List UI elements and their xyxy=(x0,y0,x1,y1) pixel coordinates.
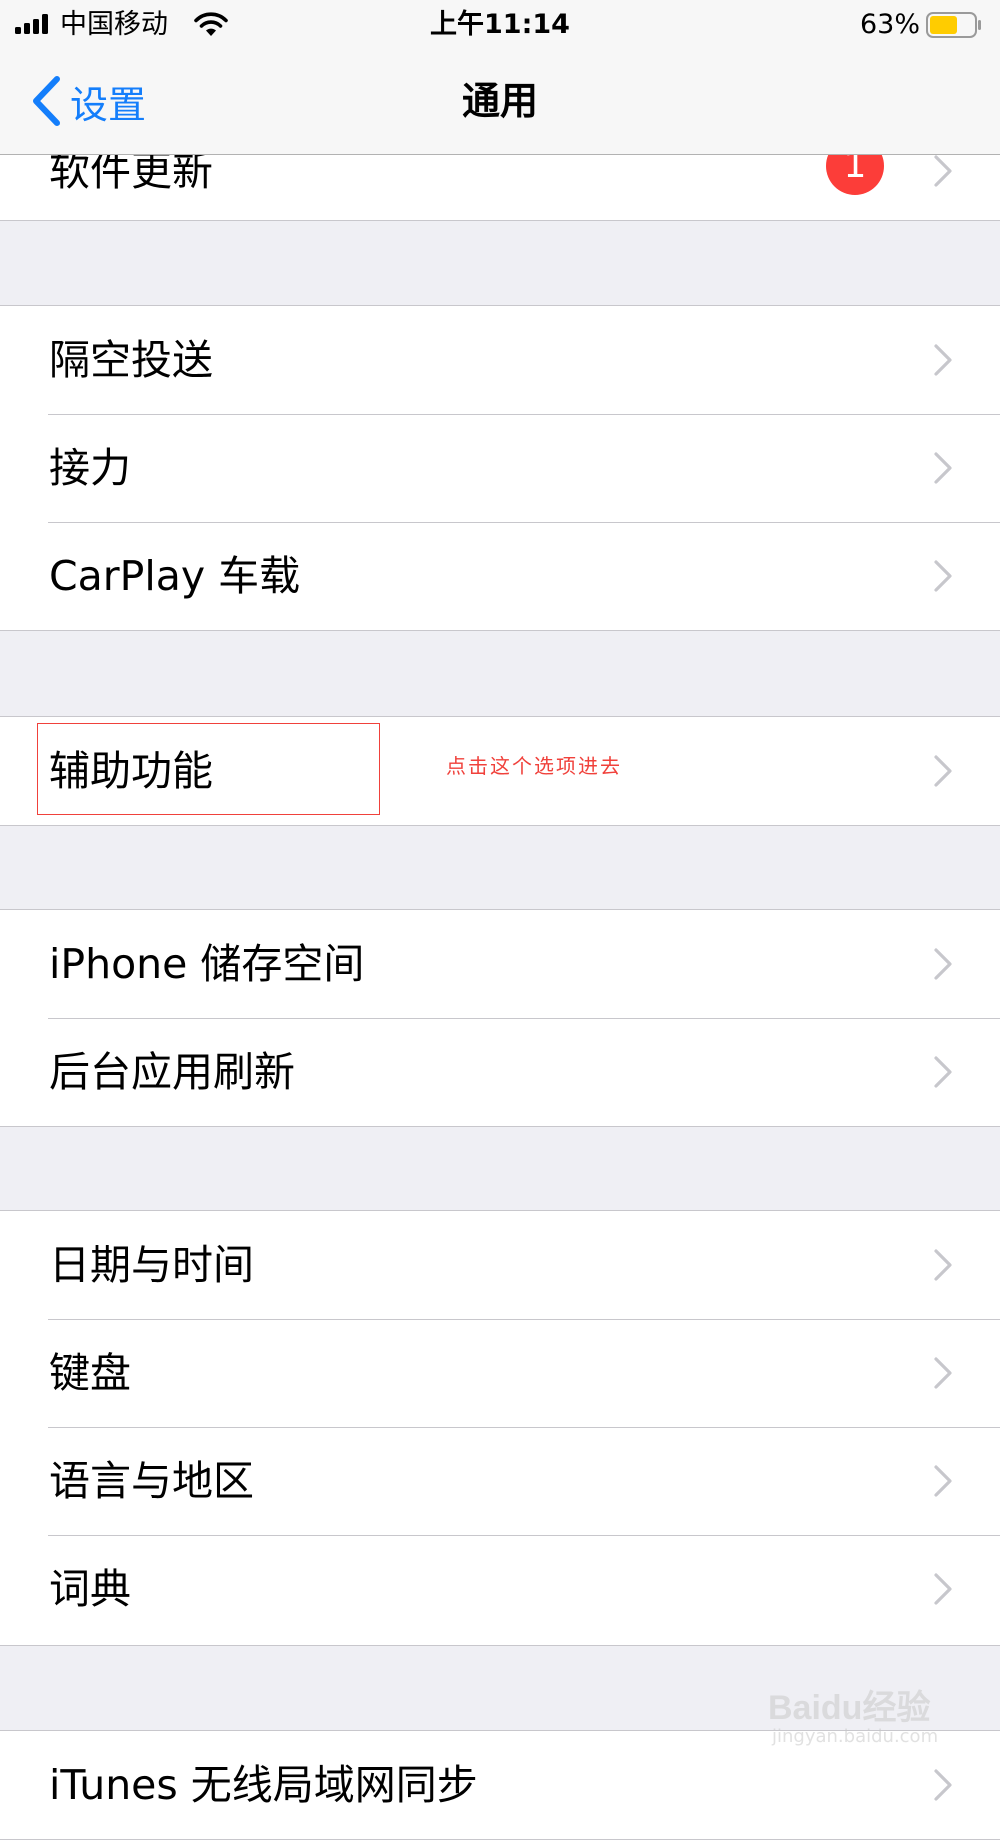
chevron-right-icon xyxy=(934,560,952,592)
chevron-right-icon xyxy=(934,1357,952,1389)
row-label-iphone-storage: iPhone 储存空间 xyxy=(49,940,365,988)
row-label-itunes-wifi-sync: iTunes 无线局域网同步 xyxy=(49,1761,478,1809)
row-dictionary[interactable]: 词典 xyxy=(0,1535,1000,1643)
row-label-background-refresh: 后台应用刷新 xyxy=(49,1048,295,1096)
chevron-right-icon xyxy=(934,948,952,980)
chevron-right-icon xyxy=(934,755,952,787)
annotation-text: 点击这个选项进去 xyxy=(446,754,622,778)
group-storage-refresh: iPhone 储存空间 后台应用刷新 xyxy=(0,909,1000,1127)
row-iphone-storage[interactable]: iPhone 储存空间 xyxy=(0,910,1000,1018)
status-time: 上午11:14 xyxy=(430,9,570,40)
chevron-right-icon xyxy=(934,1465,952,1497)
status-bar: 中国移动 上午11:14 63% xyxy=(0,0,1000,50)
battery-percent: 63% xyxy=(859,9,920,40)
group-airdrop-handoff-carplay: 隔空投送 接力 CarPlay 车载 xyxy=(0,305,1000,631)
page-title: 通用 xyxy=(461,79,538,123)
chevron-right-icon xyxy=(934,1769,952,1801)
chevron-right-icon xyxy=(934,1249,952,1281)
chevron-right-icon xyxy=(934,344,952,376)
row-label-carplay: CarPlay 车载 xyxy=(49,552,301,600)
chevron-right-icon xyxy=(934,1573,952,1605)
settings-list: 软件更新 1 隔空投送 接力 CarPlay 车载 辅助功能 iPhone 储存… xyxy=(0,0,1000,1840)
row-label-handoff: 接力 xyxy=(49,444,131,492)
row-keyboard[interactable]: 键盘 xyxy=(0,1319,1000,1427)
row-label-keyboard: 键盘 xyxy=(49,1349,131,1397)
row-language-region[interactable]: 语言与地区 xyxy=(0,1427,1000,1535)
row-label-date-time: 日期与时间 xyxy=(49,1241,254,1289)
chevron-right-icon xyxy=(934,452,952,484)
chevron-right-icon xyxy=(934,155,952,187)
row-label-dictionary: 词典 xyxy=(49,1565,131,1613)
watermark: Baidu经验 jingyan.baidu.com xyxy=(768,1680,968,1760)
row-airdrop[interactable]: 隔空投送 xyxy=(0,306,1000,414)
chevron-right-icon xyxy=(934,1056,952,1088)
row-label-language-region: 语言与地区 xyxy=(49,1457,254,1505)
group-date-keyboard-language: 日期与时间 键盘 语言与地区 词典 xyxy=(0,1210,1000,1646)
battery-icon xyxy=(926,12,981,38)
row-handoff[interactable]: 接力 xyxy=(0,414,1000,522)
nav-bar: 设置 通用 xyxy=(0,50,1000,155)
row-date-time[interactable]: 日期与时间 xyxy=(0,1211,1000,1319)
row-label-accessibility: 辅助功能 xyxy=(49,747,213,795)
watermark-url: jingyan.baidu.com xyxy=(772,1726,939,1747)
row-carplay[interactable]: CarPlay 车载 xyxy=(0,522,1000,630)
watermark-logo: Baidu经验 xyxy=(768,1689,931,1727)
row-label-airdrop: 隔空投送 xyxy=(49,336,213,384)
row-background-refresh[interactable]: 后台应用刷新 xyxy=(0,1018,1000,1126)
